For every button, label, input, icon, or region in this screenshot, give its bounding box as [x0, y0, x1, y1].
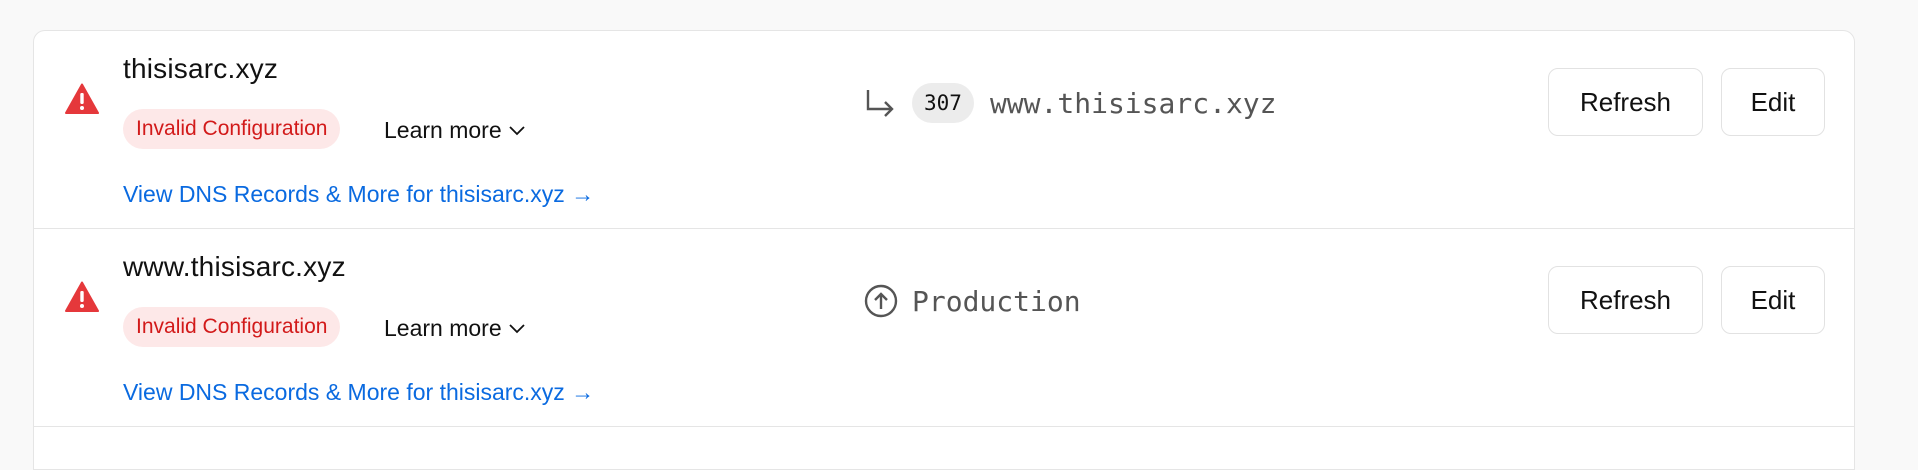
- redirect-host: www.thisisarc.xyz: [989, 86, 1277, 120]
- domain-row: www.thisisarc.xyz Invalid Configuration …: [34, 229, 1854, 427]
- warning-triangle-icon: [65, 83, 99, 114]
- arrow-up-circle-icon: [864, 284, 898, 318]
- chevron-down-icon: [508, 126, 525, 136]
- domain-name: thisisarc.xyz: [123, 53, 279, 84]
- learn-more-label: Learn more: [384, 315, 502, 341]
- refresh-button[interactable]: Refresh: [1548, 266, 1703, 334]
- domains-panel: thisisarc.xyz Invalid Configuration Lear…: [33, 30, 1855, 470]
- domain-row: thisisarc.xyz Invalid Configuration Lear…: [34, 31, 1854, 229]
- dns-records-link[interactable]: View DNS Records & More for thisisarc.xy…: [123, 379, 594, 406]
- status-badge: Invalid Configuration: [123, 307, 341, 347]
- status-badge: Invalid Configuration: [123, 109, 341, 149]
- status-code-badge: 307: [912, 83, 974, 123]
- dns-records-link[interactable]: View DNS Records & More for thisisarc.xy…: [123, 181, 594, 208]
- edit-button[interactable]: Edit: [1721, 266, 1825, 334]
- learn-more-button[interactable]: Learn more: [384, 308, 526, 348]
- refresh-button[interactable]: Refresh: [1548, 68, 1703, 136]
- domain-name: www.thisisarc.xyz: [123, 251, 346, 282]
- learn-more-button[interactable]: Learn more: [384, 110, 526, 150]
- warning-triangle-icon: [65, 281, 99, 312]
- chevron-down-icon: [508, 324, 525, 334]
- learn-more-label: Learn more: [384, 117, 502, 143]
- redirect-target: 307 www.thisisarc.xyz: [864, 83, 1277, 123]
- redirect-arrow-icon: [866, 90, 894, 117]
- environment-target: Production: [864, 281, 1081, 321]
- environment-label: Production: [912, 284, 1081, 318]
- edit-button[interactable]: Edit: [1721, 68, 1825, 136]
